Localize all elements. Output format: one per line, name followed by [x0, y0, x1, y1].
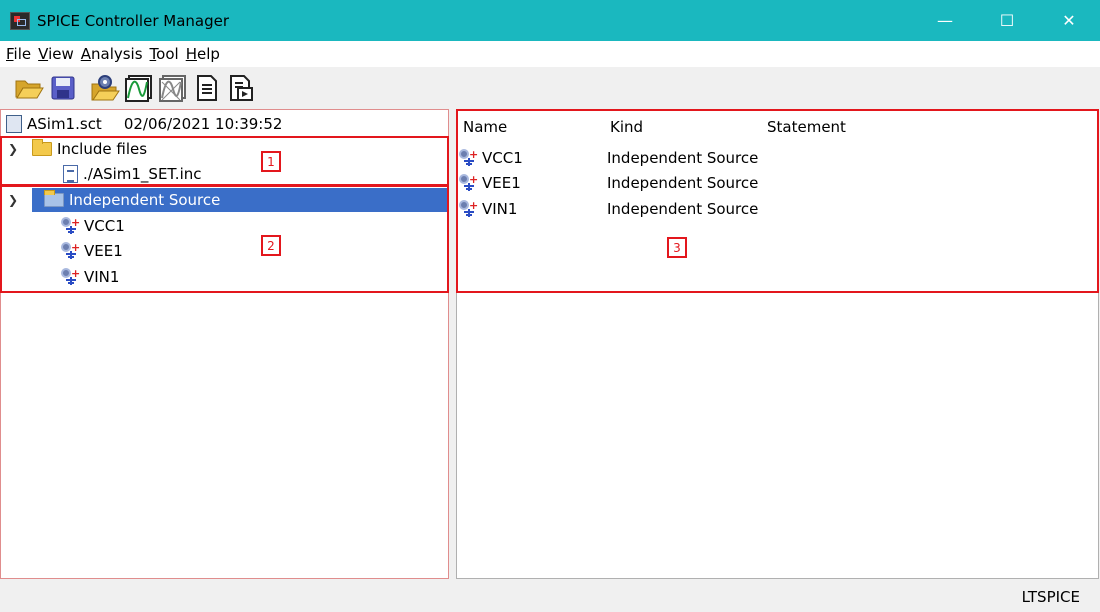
save-button[interactable] — [48, 73, 78, 103]
window-controls: — ☐ ✕ — [914, 0, 1100, 41]
maximize-button[interactable]: ☐ — [976, 0, 1038, 41]
close-button[interactable]: ✕ — [1038, 0, 1100, 41]
simulation-settings-button[interactable] — [90, 73, 120, 103]
toolbar — [0, 67, 1100, 108]
menu-help[interactable]: Help — [186, 45, 220, 63]
annotation-label-2: 2 — [261, 235, 281, 256]
project-file-icon — [6, 115, 22, 133]
root-timestamp: 02/06/2021 10:39:52 — [123, 115, 283, 133]
annotation-box-1 — [0, 136, 449, 186]
app-icon — [10, 11, 30, 30]
run-document-button[interactable] — [226, 73, 256, 103]
annotation-label-3: 3 — [667, 237, 687, 258]
menu-bar: File View Analysis Tool Help — [0, 41, 1100, 67]
run-document-icon — [230, 74, 253, 101]
menu-file[interactable]: File — [6, 45, 31, 63]
menu-tool[interactable]: Tool — [150, 45, 179, 63]
save-icon — [51, 76, 75, 99]
menu-view[interactable]: View — [38, 45, 74, 63]
status-bar: LTSPICE — [0, 581, 1100, 612]
menu-analysis[interactable]: Analysis — [81, 45, 143, 63]
tree-root[interactable]: ASim1.sct 02/06/2021 10:39:52 — [6, 112, 282, 136]
annotation-box-2 — [0, 185, 449, 293]
waveform-button[interactable] — [124, 73, 154, 103]
open-button[interactable] — [14, 73, 44, 103]
annotation-box-3 — [456, 109, 1099, 293]
document-icon — [197, 74, 217, 101]
waveform-icon — [125, 74, 152, 102]
annotation-label-1: 1 — [261, 151, 281, 172]
minimize-button[interactable]: — — [914, 0, 976, 41]
title-bar: SPICE Controller Manager — ☐ ✕ — [0, 0, 1100, 41]
document-button[interactable] — [192, 73, 222, 103]
waveform-compare-button[interactable] — [158, 73, 188, 103]
window-title: SPICE Controller Manager — [37, 11, 230, 30]
simulation-settings-icon — [91, 74, 120, 100]
open-folder-icon — [15, 80, 44, 98]
root-file-name: ASim1.sct — [27, 115, 102, 133]
status-simulator: LTSPICE — [1021, 588, 1080, 606]
waveform-disabled-icon — [159, 74, 186, 102]
